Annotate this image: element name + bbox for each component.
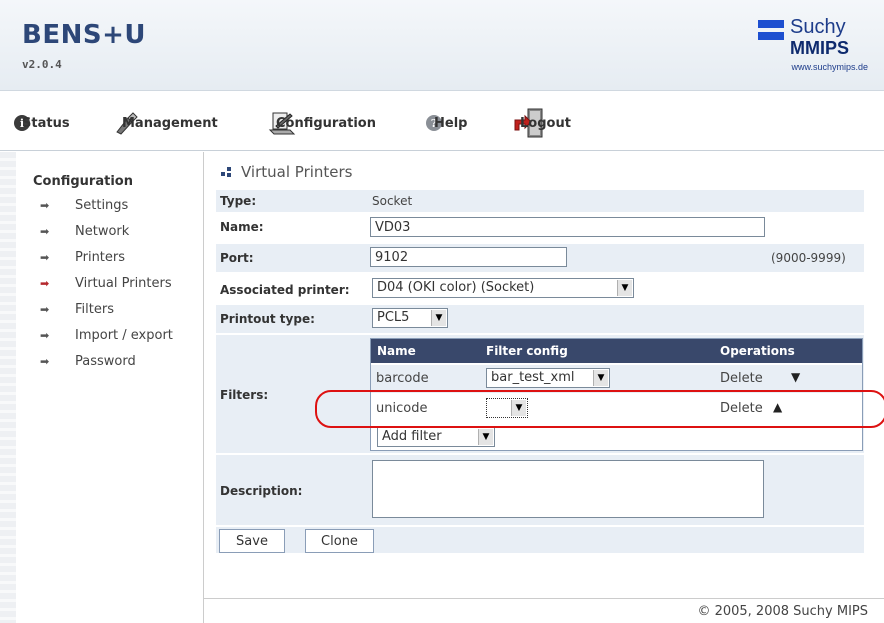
menu-help-label: Help	[434, 115, 468, 131]
arrow-right-icon: ➡	[40, 355, 50, 368]
associated-printer-label: Associated printer:	[220, 283, 350, 297]
filters-label: Filters:	[220, 388, 269, 402]
sidebar: Configuration ➡ Settings ➡ Network ➡ Pri…	[0, 152, 203, 623]
page-title: Virtual Printers	[221, 163, 353, 181]
menu-divider	[0, 150, 884, 151]
logo-word-1: Suchy	[790, 16, 846, 38]
name-label: Name:	[220, 220, 264, 234]
menu-status-label: Status	[22, 115, 70, 131]
clone-button[interactable]: Clone	[305, 529, 374, 553]
arrow-right-icon: ➡	[40, 303, 50, 316]
col-name: Name	[377, 344, 416, 358]
header: BENS+U v2.0.4 Suchy MMIPS www.suchymips.…	[0, 0, 884, 91]
sidebar-item-label: Settings	[75, 198, 129, 213]
row-type	[216, 190, 864, 212]
logo-url: www.suchymips.de	[791, 62, 868, 72]
sidebar-item-label: Virtual Printers	[75, 276, 172, 291]
type-label: Type:	[220, 194, 257, 208]
suchy-mips-logo: Suchy MMIPS www.suchymips.de	[758, 14, 868, 80]
menu-status[interactable]: i Status	[14, 110, 70, 136]
chevron-down-icon: ▼	[431, 310, 446, 326]
title-bullet-icon	[221, 167, 233, 177]
filter-config-value: bar_test_xml	[491, 370, 575, 385]
logo-word-2: MMIPS	[790, 38, 850, 58]
port-label: Port:	[220, 251, 254, 265]
arrow-right-icon: ➡	[40, 329, 50, 342]
menu-configuration[interactable]: Configuration	[268, 110, 376, 136]
menu-logout-label: Logout	[520, 115, 571, 131]
menu-management[interactable]: Management	[114, 110, 218, 136]
sidebar-item-password[interactable]: ➡ Password	[40, 354, 136, 369]
main-menu: i Status Management Configuration ? Help…	[0, 100, 884, 144]
sidebar-stripe	[0, 152, 16, 623]
menu-logout[interactable]: Logout	[512, 108, 571, 138]
type-value: Socket	[372, 194, 413, 208]
printout-type-select[interactable]: PCL5 ▼	[372, 308, 448, 328]
col-operations: Operations	[720, 344, 795, 358]
app-title: BENS+U	[22, 20, 146, 50]
arrow-right-icon: ➡	[40, 277, 50, 290]
printout-type-label: Printout type:	[220, 312, 315, 326]
menu-management-label: Management	[122, 115, 218, 131]
delete-link[interactable]: Delete	[720, 371, 763, 386]
footer-divider	[203, 598, 884, 599]
save-button[interactable]: Save	[219, 529, 285, 553]
chevron-down-icon: ▼	[593, 370, 608, 386]
sidebar-divider	[203, 152, 204, 623]
associated-printer-value: D04 (OKI color) (Socket)	[377, 280, 535, 295]
chevron-down-icon: ▼	[617, 280, 632, 296]
sidebar-item-label: Password	[75, 354, 136, 369]
description-textarea[interactable]	[372, 460, 764, 518]
arrow-right-icon: ➡	[40, 251, 50, 264]
sidebar-item-virtual-printers[interactable]: ➡ Virtual Printers	[40, 276, 172, 291]
sidebar-title: Configuration	[33, 174, 133, 189]
move-down-icon[interactable]: ▼	[791, 370, 800, 384]
sidebar-item-filters[interactable]: ➡ Filters	[40, 302, 114, 317]
arrow-right-icon: ➡	[40, 199, 50, 212]
sidebar-item-label: Filters	[75, 302, 114, 317]
chevron-down-icon: ▼	[478, 429, 493, 445]
highlight-annotation	[315, 390, 884, 428]
filter-config-select[interactable]: bar_test_xml ▼	[486, 368, 610, 388]
sidebar-item-label: Printers	[75, 250, 126, 265]
filter-name: barcode	[376, 371, 429, 386]
sidebar-item-import-export[interactable]: ➡ Import / export	[40, 328, 173, 343]
sidebar-item-label: Import / export	[75, 328, 173, 343]
copyright: © 2005, 2008 Suchy MIPS	[697, 604, 868, 619]
filters-table-header: Name Filter config Operations	[371, 339, 862, 363]
associated-printer-select[interactable]: D04 (OKI color) (Socket) ▼	[372, 278, 634, 298]
sidebar-item-label: Network	[75, 224, 130, 239]
menu-configuration-label: Configuration	[276, 115, 376, 131]
sidebar-item-network[interactable]: ➡ Network	[40, 224, 129, 239]
sidebar-item-printers[interactable]: ➡ Printers	[40, 250, 125, 265]
col-filter-config: Filter config	[486, 344, 568, 358]
sidebar-item-settings[interactable]: ➡ Settings	[40, 198, 128, 213]
description-label: Description:	[220, 484, 303, 498]
logo-mark-icon	[758, 20, 784, 56]
table-row: barcode bar_test_xml ▼ Delete ▼	[371, 365, 862, 393]
name-input[interactable]	[370, 217, 765, 237]
menu-help[interactable]: ? Help	[426, 110, 467, 136]
arrow-right-icon: ➡	[40, 225, 50, 238]
add-filter-value: Add filter	[382, 429, 442, 444]
add-filter-select[interactable]: Add filter ▼	[377, 427, 495, 447]
port-hint: (9000-9999)	[771, 251, 846, 265]
app-version: v2.0.4	[22, 58, 62, 71]
port-input[interactable]	[370, 247, 567, 267]
printout-type-value: PCL5	[377, 310, 410, 325]
page-title-text: Virtual Printers	[241, 163, 353, 181]
